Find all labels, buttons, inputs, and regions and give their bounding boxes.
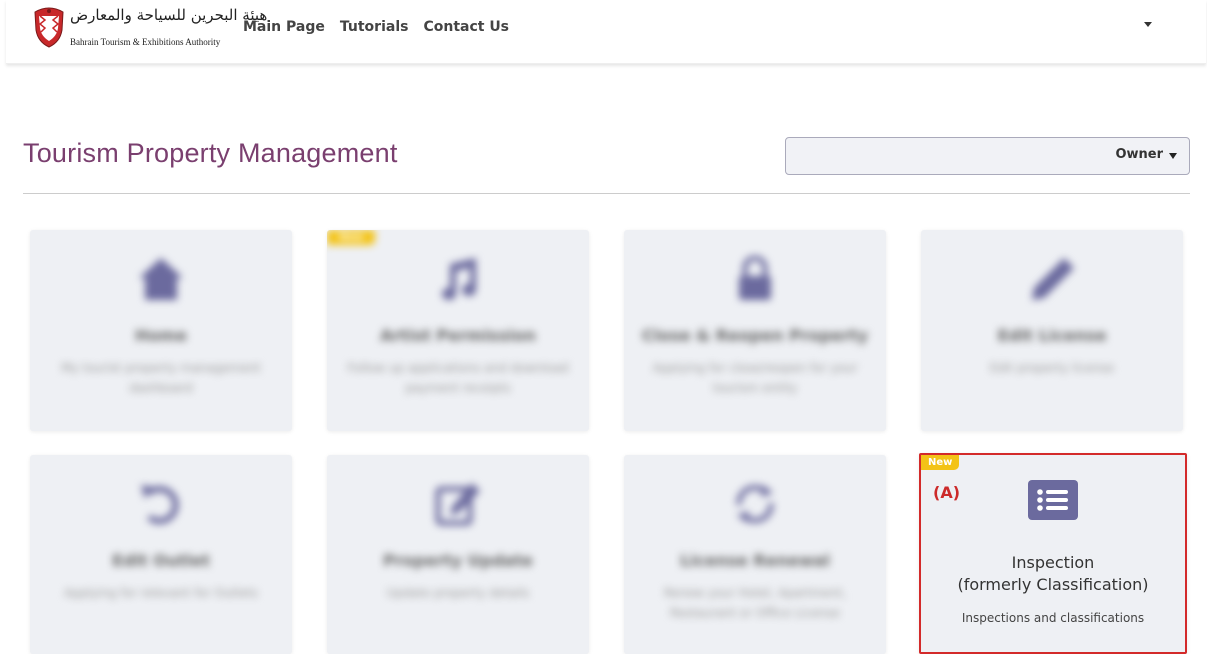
edit-icon [435, 483, 480, 526]
user-menu-caret-icon[interactable] [1144, 22, 1152, 27]
role-select[interactable]: Owner [785, 137, 1190, 175]
card-title: Inspection (formerly Classification) [921, 552, 1185, 596]
undo-icon [141, 485, 179, 524]
card-close-reopen[interactable]: Close & Reopen Property Applying for clo… [624, 230, 886, 431]
nav-links: Main Page Tutorials Contact Us [243, 19, 509, 35]
card-title: Edit License [997, 326, 1107, 345]
card-edit-outlet[interactable]: Edit Outlet Applying for relevant for Ou… [30, 455, 292, 654]
nav-main-page[interactable]: Main Page [243, 19, 325, 35]
bteA-logo[interactable]: هيئة البحرين للسياحة والمعارض Bahrain To… [28, 4, 267, 50]
new-badge: New [327, 230, 376, 245]
card-desc: Edit property license [989, 361, 1115, 375]
page-title: Tourism Property Management [23, 138, 398, 168]
logo-english-text: Bahrain Tourism & Exhibitions Authority [70, 37, 221, 47]
role-select-value: Owner [1115, 147, 1163, 162]
home-icon [139, 258, 183, 300]
card-title-line1: Inspection [1011, 553, 1095, 572]
lock-icon [739, 256, 771, 300]
music-icon [442, 258, 476, 300]
card-license-renewal[interactable]: License Renewal Renew your Hotel, Apartm… [624, 455, 886, 654]
header-divider [23, 193, 1190, 194]
nav-tutorials[interactable]: Tutorials [340, 19, 409, 35]
annotation-marker: (A) [933, 483, 961, 502]
card-title: Edit Outlet [112, 551, 210, 570]
list-icon [1028, 480, 1078, 520]
card-desc: Renew your Hotel, Apartment, Restaurant … [663, 586, 847, 620]
card-desc: Update property details [386, 586, 530, 600]
card-title: Artist Permission [380, 326, 536, 345]
card-inspection[interactable]: New (A) Inspection (formerly Classificat… [919, 453, 1187, 654]
card-property-update[interactable]: Property Update Update property details [327, 455, 589, 654]
card-home[interactable]: Home My tourist property management dash… [30, 230, 292, 431]
new-badge: New [921, 455, 960, 470]
card-edit-license[interactable]: Edit License Edit property license [921, 230, 1183, 431]
card-title: Home [135, 326, 187, 345]
card-desc: Applying for close/reopen for your touri… [652, 361, 858, 395]
bahrain-emblem-icon [34, 7, 64, 48]
caret-down-icon [1169, 153, 1177, 159]
logo-arabic-text: هيئة البحرين للسياحة والمعارض [70, 6, 268, 24]
card-desc: Inspections and classifications [961, 611, 1145, 625]
card-title-line2: (formerly Classification) [957, 575, 1149, 594]
sync-icon [736, 485, 774, 523]
top-navbar: هيئة البحرين للسياحة والمعارض Bahrain To… [6, 0, 1206, 64]
card-desc: My tourist property management dashboard [61, 361, 261, 395]
card-title: Property Update [383, 551, 533, 570]
card-title: License Renewal [680, 551, 830, 570]
pencil-icon [1032, 258, 1074, 300]
nav-contact-us[interactable]: Contact Us [423, 19, 509, 35]
card-desc: Applying for relevant for Outlets [64, 586, 258, 600]
card-desc: Follow up applications and download paym… [347, 361, 569, 395]
card-title: Close & Reopen Property [642, 326, 868, 345]
card-artist-permission[interactable]: New Artist Permission Follow up applicat… [327, 230, 589, 431]
